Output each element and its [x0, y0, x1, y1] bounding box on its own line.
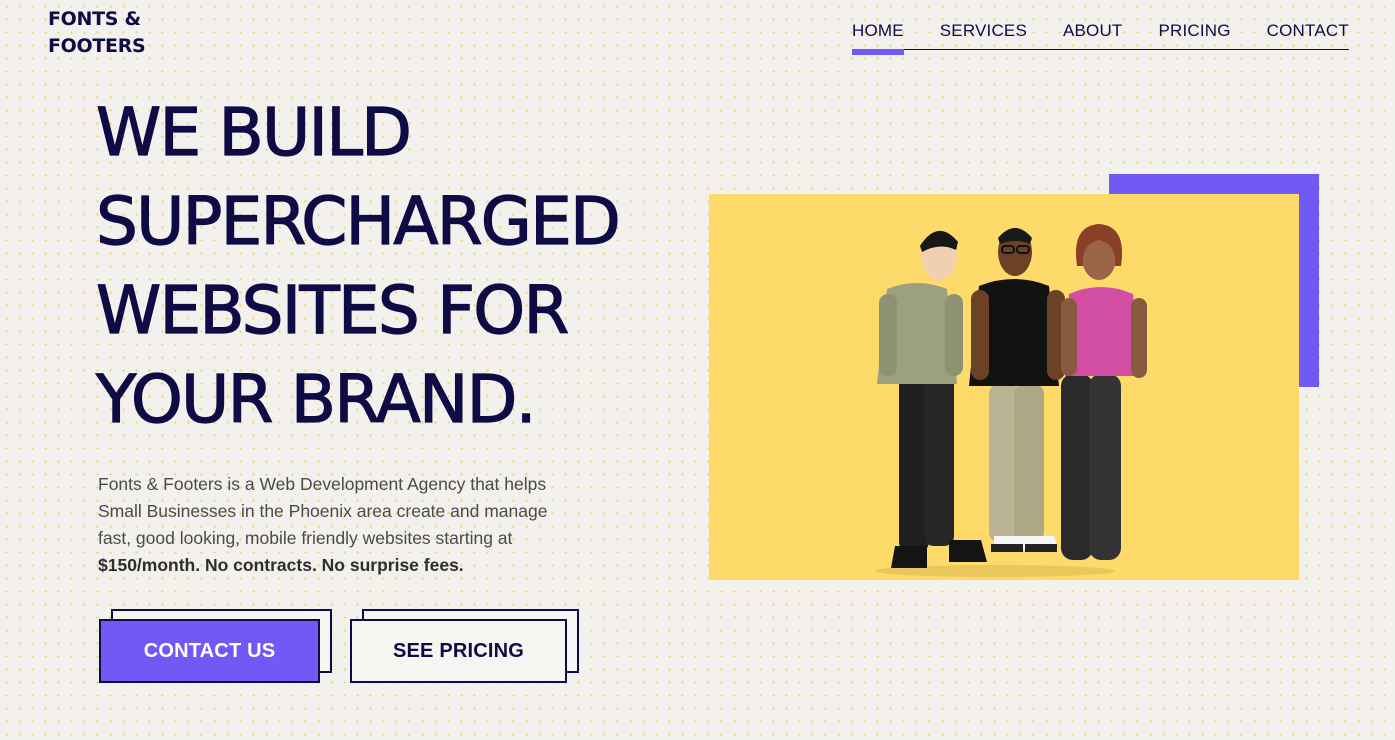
brand-logo[interactable]: FONTS & FOOTERS — [48, 6, 146, 60]
person-right — [1061, 224, 1147, 560]
headline-line-4: YOUR BRAND. — [95, 360, 537, 438]
person-left — [877, 230, 987, 568]
person-middle — [969, 228, 1065, 552]
headline-line-1: WE BUILD — [95, 93, 412, 171]
contact-us-button[interactable]: CONTACT US — [99, 619, 320, 683]
contact-us-button-wrapper: CONTACT US — [99, 609, 332, 683]
description-pricing-highlight: $150/month. No contracts. No surprise fe… — [98, 555, 464, 575]
hero-description: Fonts & Footers is a Web Development Age… — [98, 471, 568, 579]
see-pricing-button[interactable]: SEE PRICING — [350, 619, 567, 683]
headline-line-2: SUPERCHARGED — [95, 182, 621, 260]
headline-line-3: WEBSITES FOR — [95, 271, 570, 349]
three-people-illustration-icon — [875, 224, 1147, 577]
nav-item-contact[interactable]: CONTACT — [1267, 19, 1349, 49]
description-text: Fonts & Footers is a Web Development Age… — [98, 474, 548, 548]
hero-headline: WE BUILD SUPERCHARGED WEBSITES FOR YOUR … — [95, 88, 621, 444]
nav-item-pricing[interactable]: PRICING — [1158, 19, 1230, 49]
brand-line-1: FONTS & — [48, 8, 141, 30]
brand-line-2: FOOTERS — [48, 35, 146, 57]
main-nav: HOME SERVICES ABOUT PRICING CONTACT — [852, 19, 1349, 55]
nav-item-services[interactable]: SERVICES — [940, 19, 1027, 49]
nav-item-home[interactable]: HOME — [852, 19, 904, 55]
nav-item-about[interactable]: ABOUT — [1063, 19, 1123, 49]
hero-image — [709, 194, 1299, 580]
see-pricing-button-wrapper: SEE PRICING — [350, 609, 579, 683]
